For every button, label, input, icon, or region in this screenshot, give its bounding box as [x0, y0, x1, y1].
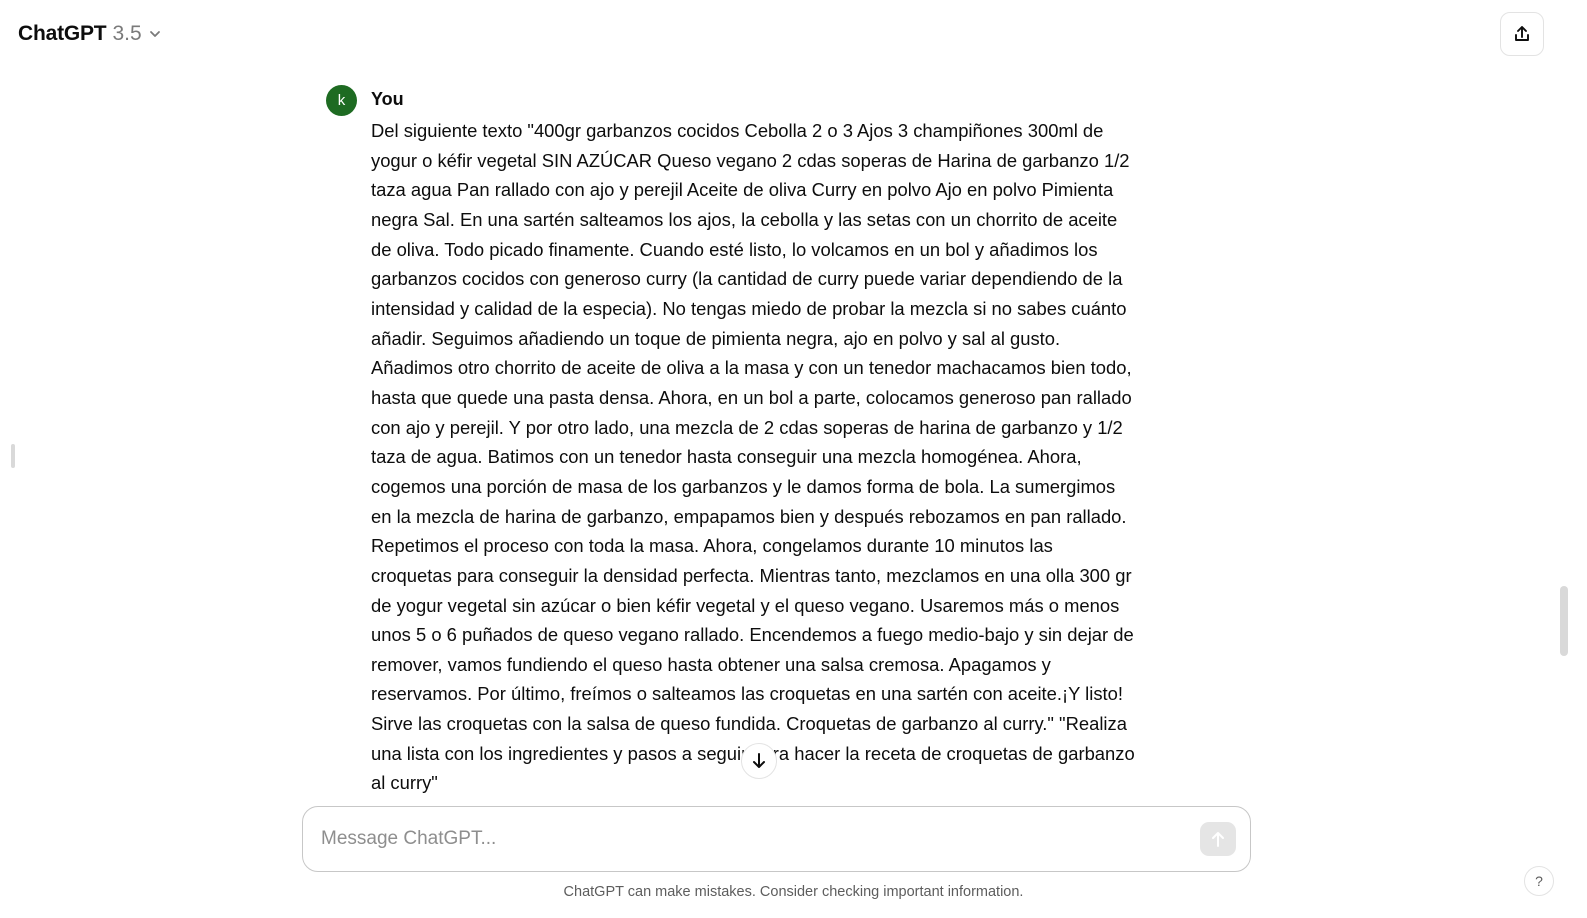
scroll-to-bottom-button[interactable] — [741, 743, 777, 779]
message-composer — [302, 806, 1251, 872]
model-selector[interactable]: ChatGPT 3.5 — [8, 14, 172, 54]
arrow-down-icon — [750, 752, 768, 770]
share-upload-icon — [1512, 24, 1532, 44]
model-version: 3.5 — [112, 22, 142, 45]
chevron-down-icon — [148, 27, 162, 41]
message-text: Del siguiente texto "400gr garbanzos coc… — [371, 120, 1135, 794]
share-button[interactable] — [1500, 12, 1544, 56]
message-input[interactable] — [321, 821, 1171, 857]
disclaimer-text: ChatGPT can make mistakes. Consider chec… — [563, 884, 1024, 900]
top-header: ChatGPT 3.5 — [0, 0, 1587, 68]
chatgpt-app: ChatGPT 3.5 k You Del siguiente texto "4… — [0, 0, 1587, 918]
conversation-thread: k You Del siguiente texto "400gr garbanz… — [0, 68, 1587, 806]
model-name: ChatGPT — [18, 22, 107, 45]
arrow-up-icon — [1209, 830, 1227, 848]
help-button[interactable]: ? — [1524, 866, 1554, 896]
scrollbar-thumb[interactable] — [1560, 586, 1568, 656]
send-button[interactable] — [1200, 822, 1236, 856]
avatar: k — [326, 85, 357, 116]
message-author: You — [371, 89, 404, 109]
